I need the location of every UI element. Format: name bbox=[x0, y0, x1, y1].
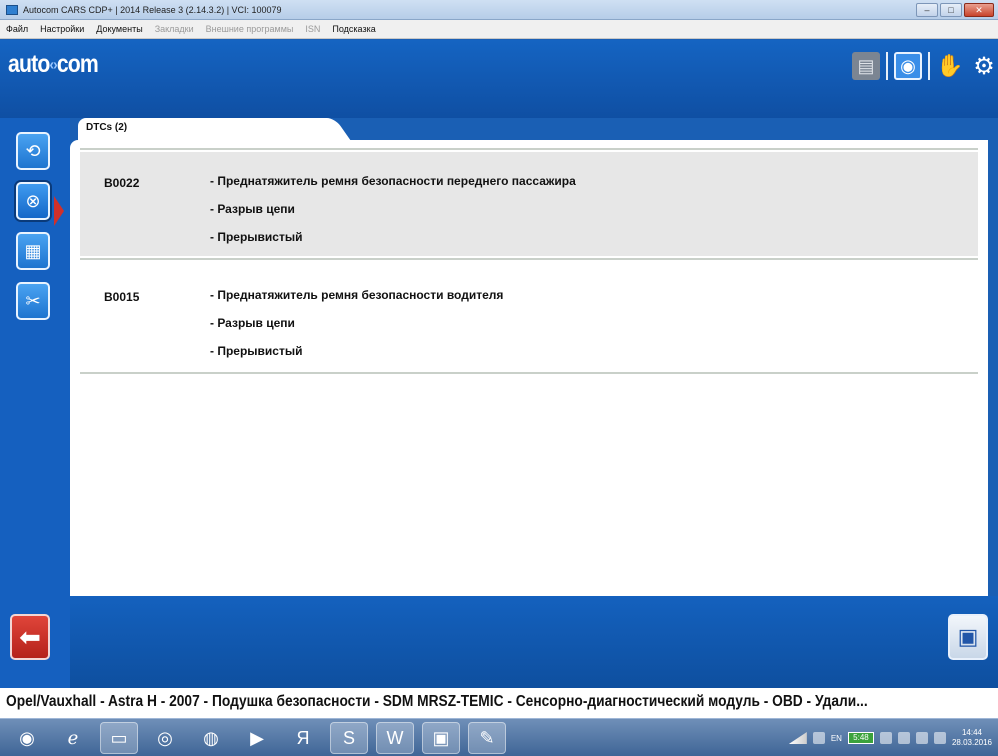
tab-dtcs-label: DTCs (2) bbox=[86, 122, 128, 133]
divider bbox=[80, 258, 978, 260]
autocom-car-icon[interactable]: ▣ bbox=[422, 722, 460, 754]
menu-help[interactable]: Подсказка bbox=[326, 24, 381, 34]
settings-gear-icon[interactable]: ⚙ bbox=[970, 52, 998, 80]
yandex-icon[interactable]: Я bbox=[284, 722, 322, 754]
logo-right-text: com bbox=[56, 50, 99, 78]
menu-documents[interactable]: Документы bbox=[90, 24, 148, 34]
nav-connection-icon[interactable]: ⟲ bbox=[16, 132, 50, 170]
app-icon bbox=[6, 4, 18, 15]
battery-icon[interactable]: 5:48 bbox=[847, 732, 874, 744]
close-button[interactable]: ✕ bbox=[964, 2, 994, 17]
vehicle-status-text: Opel/Vauxhall - Astra H - 2007 - Подушка… bbox=[6, 693, 868, 710]
tray-icon[interactable] bbox=[879, 732, 892, 744]
menu-settings[interactable]: Настройки bbox=[34, 24, 90, 34]
autocom-logo: auto‹›com bbox=[8, 50, 99, 79]
tool-app-icon[interactable]: ✎ bbox=[468, 722, 506, 754]
start-button-icon[interactable]: ◉ bbox=[8, 722, 46, 754]
menu-isn[interactable]: ISN bbox=[299, 24, 326, 34]
minimize-button[interactable]: – bbox=[916, 2, 938, 17]
skype-icon[interactable]: S bbox=[330, 722, 368, 754]
dtc-fault-type: - Разрыв цепи bbox=[210, 202, 295, 216]
dtc-status: - Прерывистый bbox=[210, 344, 303, 358]
chrome-icon[interactable]: ◍ bbox=[192, 722, 230, 754]
menu-external-programs[interactable]: Внешние программы bbox=[200, 24, 300, 34]
header-separator bbox=[928, 52, 930, 80]
file-explorer-icon[interactable]: ▭ bbox=[100, 722, 138, 754]
clock-time: 14:44 bbox=[961, 728, 982, 737]
menu-file[interactable]: Файл bbox=[0, 24, 34, 34]
nav-tools-icon[interactable]: ✂ bbox=[16, 282, 50, 320]
diagnostic-icon[interactable]: ◉ bbox=[894, 52, 922, 80]
internet-explorer-icon[interactable]: ℯ bbox=[54, 722, 92, 754]
hand-icon[interactable]: ✋ bbox=[936, 52, 964, 80]
app-header: auto‹›com ▤ ◉ ✋ ⚙ bbox=[0, 40, 998, 118]
bottom-toolbar bbox=[70, 596, 998, 688]
device-icon[interactable]: ▤ bbox=[852, 52, 880, 80]
active-nav-arrow-icon bbox=[54, 196, 64, 226]
language-indicator[interactable]: EN bbox=[831, 734, 842, 743]
signal-icon[interactable] bbox=[788, 732, 807, 744]
tray-icon[interactable] bbox=[897, 732, 910, 744]
logo-left-text: auto bbox=[8, 50, 50, 78]
nav-dtc-icon[interactable]: ⊗ bbox=[16, 182, 50, 220]
menu-bookmarks[interactable]: Закладки bbox=[149, 24, 200, 34]
battery-level: 5:48 bbox=[853, 733, 869, 742]
dtc-description: - Преднатяжитель ремня безопасности пере… bbox=[210, 174, 576, 188]
window-title: Autocom CARS CDP+ | 2014 Release 3 (2.14… bbox=[23, 4, 282, 15]
vehicle-status-line: Opel/Vauxhall - Astra H - 2007 - Подушка… bbox=[0, 688, 998, 718]
window-titlebar: Autocom CARS CDP+ | 2014 Release 3 (2.14… bbox=[0, 0, 998, 20]
tray-icon[interactable] bbox=[933, 732, 946, 744]
report-button[interactable]: ▣ bbox=[948, 614, 988, 660]
clock-date: 28.03.2016 bbox=[951, 738, 992, 747]
word-icon[interactable]: W bbox=[376, 722, 414, 754]
system-tray: EN 5:48 14:44 28.03.2016 bbox=[608, 719, 998, 756]
dtc-code: B0015 bbox=[104, 290, 140, 304]
header-separator bbox=[886, 52, 888, 80]
menu-bar: Файл Настройки Документы Закладки Внешни… bbox=[0, 20, 998, 39]
dtc-fault-type: - Разрыв цепи bbox=[210, 316, 295, 330]
maximize-button[interactable]: □ bbox=[940, 2, 962, 17]
dtc-status: - Прерывистый bbox=[210, 230, 303, 244]
dtc-row[interactable]: B0022 - Преднатяжитель ремня безопасност… bbox=[80, 152, 978, 256]
back-arrow-button[interactable]: ⬅ bbox=[10, 614, 50, 660]
media-player-icon[interactable]: ▶ bbox=[238, 722, 276, 754]
divider bbox=[80, 372, 978, 374]
tray-icon[interactable] bbox=[812, 732, 825, 744]
app-icon-orange[interactable]: ◎ bbox=[146, 722, 184, 754]
dtc-row[interactable]: B0015 - Преднатяжитель ремня безопасност… bbox=[80, 262, 978, 370]
tray-icon[interactable] bbox=[915, 732, 928, 744]
nav-report-icon[interactable]: ▦ bbox=[16, 232, 50, 270]
dtc-code: B0022 bbox=[104, 176, 140, 190]
windows-taskbar: ◉ ℯ ▭ ◎ ◍ ▶ Я S W ▣ ✎ EN 5:48 14:44 28.0… bbox=[0, 718, 998, 756]
divider bbox=[80, 148, 978, 150]
dtc-description: - Преднатяжитель ремня безопасности води… bbox=[210, 288, 504, 302]
system-clock[interactable]: 14:44 28.03.2016 bbox=[952, 728, 992, 748]
